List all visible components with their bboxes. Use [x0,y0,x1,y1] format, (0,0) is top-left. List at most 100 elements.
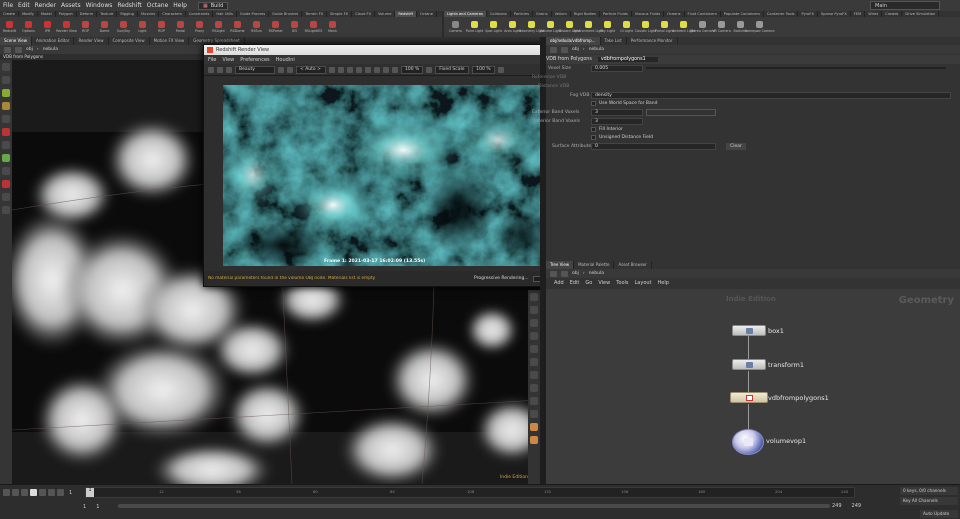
tab-tree-view[interactable]: Tree View [546,261,575,269]
menu-file[interactable]: File [3,2,13,9]
shelf-tab[interactable]: Sparse PyroFX [818,11,851,17]
desktop-selector[interactable]: ▦ Build [197,1,229,10]
image-icon[interactable] [208,66,214,73]
select-icon[interactable] [2,63,10,71]
shelf-tab[interactable]: Guide Brushes [269,11,303,17]
shelf-tab[interactable]: Rigging [117,11,138,17]
light-icon[interactable] [530,319,538,327]
normals-icon[interactable] [530,410,538,418]
wireframe-icon[interactable] [530,345,538,353]
menu-windows[interactable]: Windows [86,2,113,9]
back-icon[interactable] [4,46,11,53]
shelf-tab[interactable]: Modify [19,11,38,17]
path-obj[interactable]: obj [572,271,579,276]
shelf-tab[interactable]: PyroFX [798,11,818,17]
node-volumevop1[interactable] [732,429,764,455]
menu-assets[interactable]: Assets [61,2,81,9]
warning-icon[interactable] [530,423,538,431]
crop-icon[interactable] [329,66,335,73]
tool-volumelight[interactable]: Volume Light [540,21,561,33]
tab-take-list[interactable]: Take List [601,37,627,45]
rv-menu-preferences[interactable]: Preferences [240,57,269,63]
tab-asset-browser[interactable]: Asset Browser [614,261,652,269]
camera-icon[interactable] [530,306,538,314]
net-menu-add[interactable]: Add [554,280,564,286]
tool-geolight[interactable]: Geometry Light [519,21,544,33]
compare-icon[interactable] [383,66,389,73]
refresh-icon[interactable] [226,66,232,73]
keys-channels-display[interactable]: 0 keys, 0/0 channels [900,487,958,495]
tool-rop2[interactable]: ROP [152,21,171,33]
scale-icon[interactable] [2,102,10,110]
net-menu-tools[interactable]: Tools [616,280,628,286]
tool-rsdome[interactable]: RSDome [228,21,247,33]
tool-rop[interactable]: ROP [76,21,95,33]
ghost-icon[interactable] [530,358,538,366]
tab-animation-editor[interactable]: Animation Editor [32,37,75,45]
tool-gamepadcamera[interactable]: Gamepad Camera [745,21,775,33]
shelf-tab[interactable]: Crowds [882,11,903,17]
shelf-tab[interactable]: Texture [97,11,118,17]
net-menu-edit[interactable]: Edit [570,280,580,286]
fit-icon[interactable] [426,66,433,73]
voxel-size-slider[interactable] [646,67,946,69]
tool-spotlight[interactable]: Spot Light [484,21,503,33]
tool-skylight[interactable]: Sky Light [598,21,617,33]
tool-rslighties[interactable]: RSLightIES [304,21,323,33]
path-obj[interactable]: obj [26,47,33,52]
rv-menu-houdini[interactable]: Houdini [276,57,295,63]
forward-icon[interactable] [561,46,568,53]
shelf-tab[interactable]: Create [0,11,19,17]
path-nebula[interactable]: nebula [43,47,58,52]
timeline-bar[interactable]: 1 12 36 60 84 108 132 156 180 204 240 [85,487,855,498]
render-image[interactable] [218,85,553,267]
key-all-channels-button[interactable]: Key All Channels [900,497,958,505]
toggle-world-space[interactable]: Use World Space for Band [591,101,657,106]
tool-gilight[interactable]: GI Light [617,21,636,33]
shelf-tab-redshift[interactable]: Redshift [395,11,418,17]
menu-octane[interactable]: Octane [147,2,169,9]
tool-stereocamera[interactable]: Stereo Camera [690,21,715,33]
tool-light[interactable]: Light [133,21,152,33]
shelf-tab[interactable]: Polygon [56,11,77,17]
shelf-tab[interactable]: Guide Process [237,11,270,17]
shelf-tab[interactable]: Vellum [552,11,571,17]
network-editor[interactable]: Indie Edition Geometry box1 transform1 v… [546,289,960,484]
net-menu-go[interactable]: Go [585,280,592,286]
tool-camera[interactable]: Camera [446,21,465,33]
shelf-tab[interactable]: Wires [865,11,883,17]
exposure-icon[interactable] [365,66,371,73]
net-menu-layout[interactable]: Layout [635,280,652,286]
back-icon[interactable] [550,270,557,277]
display-icon[interactable] [2,206,10,214]
guide-icon[interactable] [530,384,538,392]
shelf-tab[interactable]: Octane [417,11,437,17]
auto-update-dropdown[interactable]: Auto Update [920,510,958,518]
step-back-icon[interactable] [12,489,19,496]
checkbox[interactable] [591,101,596,106]
range-end2-field[interactable]: 249 [852,503,862,509]
interior-band-field[interactable]: 3 [591,118,643,125]
node-name-field[interactable]: vdbfrompolygons1 [597,57,658,62]
shelf-tab[interactable]: Fluid Containers [685,11,721,17]
net-menu-help[interactable]: Help [658,280,669,286]
bg-icon[interactable] [530,371,538,379]
zoom2-field[interactable]: 100 % [472,65,495,74]
surface-attributes-field[interactable]: 0 [591,143,716,150]
stop-icon[interactable] [30,489,37,496]
tool-renderview[interactable]: Render View [56,21,77,33]
grid-icon[interactable] [2,193,10,201]
path-nebula[interactable]: nebula [589,47,604,52]
range-start-field[interactable]: 1 [83,504,86,510]
shelf-tab[interactable]: Rigid Bodies [571,11,600,17]
aov-dropdown[interactable]: Beauty [235,65,275,74]
tool-vrcamera[interactable]: VR Camera [712,21,731,33]
tab-render-view[interactable]: Render View [74,37,109,45]
forward-icon[interactable] [561,270,568,277]
tool-proxy[interactable]: Proxy [190,21,209,33]
exterior-band-field[interactable]: 3 [591,109,643,116]
exterior-band-slider[interactable] [646,109,716,116]
play-icon[interactable] [39,489,46,496]
shelf-tab[interactable]: Particle Fluids [600,11,632,17]
auto-dropdown[interactable]: < Auto > [296,65,326,74]
